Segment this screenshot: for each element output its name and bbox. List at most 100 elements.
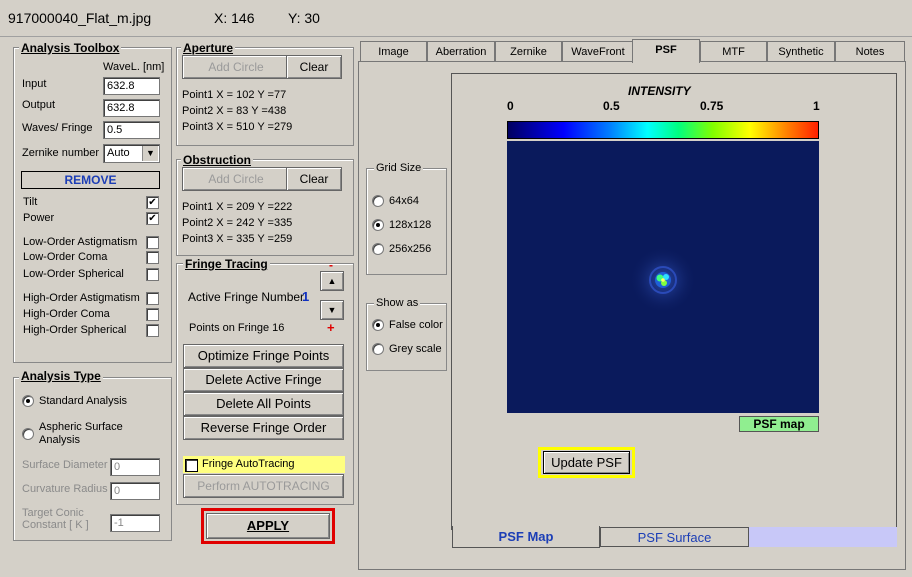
- show-as-group: [366, 303, 447, 371]
- term-checkbox-high-coma[interactable]: [146, 308, 159, 321]
- fringe-decrement-indicator: -: [329, 258, 333, 272]
- waves-fringe-field[interactable]: 0.5: [103, 121, 160, 139]
- aperture-title: Aperture: [181, 41, 236, 55]
- aspheric-analysis-label-line2: Analysis: [39, 434, 80, 446]
- chevron-up-icon: ▲: [327, 276, 337, 286]
- grid-128-label: 128x128: [389, 219, 432, 231]
- apply-button[interactable]: APPLY: [206, 513, 330, 539]
- zernike-number-select[interactable]: Auto ▼: [103, 144, 160, 163]
- zernike-number-value: Auto: [107, 147, 130, 159]
- wavelength-label: WaveL. [nm]: [103, 61, 165, 73]
- target-conic-label-line2: Constant [ K ]: [22, 519, 89, 531]
- fringe-autotracing-checkbox[interactable]: [185, 459, 198, 472]
- aperture-add-circle-button[interactable]: Add Circle: [182, 55, 290, 79]
- term-label-high-coma: High-Order Coma: [23, 308, 110, 320]
- tab-aberration[interactable]: Aberration: [427, 41, 495, 61]
- obstruction-point3: Point3 X = 335 Y =259: [182, 233, 293, 245]
- term-checkbox-power[interactable]: ✔: [146, 212, 159, 225]
- term-checkbox-low-spherical[interactable]: [146, 268, 159, 281]
- term-label-power: Power: [23, 212, 55, 224]
- grid-64-label: 64x64: [389, 195, 419, 207]
- remove-header: REMOVE: [21, 171, 160, 189]
- analysis-type-title: Analysis Type: [19, 369, 103, 383]
- intensity-label: INTENSITY: [628, 84, 691, 98]
- obstruction-add-circle-button[interactable]: Add Circle: [182, 167, 290, 191]
- delete-active-fringe-button[interactable]: Delete Active Fringe: [183, 368, 344, 392]
- fringe-tracing-title: Fringe Tracing: [183, 257, 270, 271]
- grid-128-radio[interactable]: [372, 219, 384, 231]
- bottom-tab-filler: [749, 527, 897, 547]
- x-coordinate-readout: X: 146: [214, 10, 255, 26]
- tab-image[interactable]: Image: [360, 41, 427, 61]
- obstruction-clear-button[interactable]: Clear: [286, 167, 342, 191]
- optimize-fringe-points-button[interactable]: Optimize Fringe Points: [183, 344, 344, 368]
- perform-autotracing-button[interactable]: Perform AUTOTRACING: [183, 474, 344, 498]
- aspheric-analysis-label: Aspheric Surface: [39, 421, 123, 433]
- delete-all-points-button[interactable]: Delete All Points: [183, 392, 344, 416]
- term-label-low-astigmatism: Low-Order Astigmatism: [23, 236, 138, 248]
- update-psf-button[interactable]: Update PSF: [543, 451, 630, 474]
- aperture-point1: Point1 X = 102 Y =77: [182, 89, 287, 101]
- grid-256-label: 256x256: [389, 243, 432, 255]
- scale-tick-1: 1: [813, 99, 820, 113]
- output-label: Output: [22, 99, 56, 111]
- term-label-low-coma: Low-Order Coma: [23, 251, 108, 263]
- fringe-up-button[interactable]: ▲: [320, 271, 344, 291]
- chevron-down-icon: ▼: [327, 305, 337, 315]
- tab-mtf[interactable]: MTF: [700, 41, 767, 61]
- term-checkbox-high-astigmatism[interactable]: [146, 292, 159, 305]
- show-as-title: Show as: [374, 297, 421, 309]
- obstruction-point1: Point1 X = 209 Y =222: [182, 201, 293, 213]
- tab-notes[interactable]: Notes: [835, 41, 905, 61]
- grid-256-radio[interactable]: [372, 243, 384, 255]
- intensity-colorbar: [507, 121, 819, 139]
- standard-analysis-radio[interactable]: [22, 395, 34, 407]
- term-checkbox-high-spherical[interactable]: [146, 324, 159, 337]
- tab-wavefront[interactable]: WaveFront: [562, 41, 634, 61]
- scale-tick-0: 0: [507, 99, 514, 113]
- grid-size-title: Grid Size: [374, 162, 424, 174]
- grid-64-radio[interactable]: [372, 195, 384, 207]
- term-checkbox-low-astigmatism[interactable]: [146, 236, 159, 249]
- input-wavelength-field[interactable]: 632.8: [103, 77, 160, 95]
- aspheric-analysis-radio[interactable]: [22, 428, 34, 440]
- term-label-tilt: Tilt: [23, 196, 38, 208]
- title-bar: 917000040_Flat_m.jpg X: 146 Y: 30: [0, 0, 912, 37]
- waves-fringe-label: Waves/ Fringe: [22, 122, 93, 134]
- fringe-increment-indicator: +: [327, 320, 335, 335]
- tab-psf-map[interactable]: PSF Map: [452, 526, 600, 548]
- surface-diameter-field[interactable]: 0: [110, 458, 160, 476]
- chevron-down-icon[interactable]: ▼: [142, 146, 158, 161]
- scale-tick-075: 0.75: [700, 99, 724, 113]
- obstruction-title: Obstruction: [181, 153, 253, 167]
- psf-map-canvas[interactable]: [507, 141, 819, 413]
- false-color-radio[interactable]: [372, 319, 384, 331]
- grey-scale-radio[interactable]: [372, 343, 384, 355]
- term-label-high-astigmatism: High-Order Astigmatism: [23, 292, 140, 304]
- fringe-autotracing-row[interactable]: Fringe AutoTracing: [183, 456, 345, 473]
- aperture-clear-button[interactable]: Clear: [286, 55, 342, 79]
- obstruction-point2: Point2 X = 242 Y =335: [182, 217, 293, 229]
- curvature-radius-field[interactable]: 0: [110, 482, 160, 500]
- term-checkbox-low-coma[interactable]: [146, 251, 159, 264]
- curvature-radius-label: Curvature Radius: [22, 483, 108, 495]
- standard-analysis-label: Standard Analysis: [39, 395, 128, 407]
- fringe-autotracing-label: Fringe AutoTracing: [202, 458, 295, 470]
- tab-psf[interactable]: PSF: [632, 39, 700, 63]
- false-color-label: False color: [389, 319, 443, 331]
- term-label-high-spherical: High-Order Spherical: [23, 324, 127, 336]
- tab-zernike[interactable]: Zernike: [495, 41, 562, 61]
- term-checkbox-tilt[interactable]: ✔: [146, 196, 159, 209]
- points-on-fringe-label: Points on Fringe 16: [189, 322, 285, 334]
- output-wavelength-field[interactable]: 632.8: [103, 99, 160, 117]
- target-conic-field[interactable]: -1: [110, 514, 160, 532]
- grey-scale-label: Grey scale: [389, 343, 442, 355]
- fringe-down-button[interactable]: ▼: [320, 300, 344, 320]
- tab-synthetic[interactable]: Synthetic: [767, 41, 835, 61]
- target-conic-label: Target Conic: [22, 507, 84, 519]
- aperture-point2: Point2 X = 83 Y =438: [182, 105, 287, 117]
- tab-psf-surface[interactable]: PSF Surface: [600, 527, 749, 547]
- reverse-fringe-order-button[interactable]: Reverse Fringe Order: [183, 416, 344, 440]
- y-coordinate-readout: Y: 30: [288, 10, 320, 26]
- scale-tick-05: 0.5: [603, 99, 620, 113]
